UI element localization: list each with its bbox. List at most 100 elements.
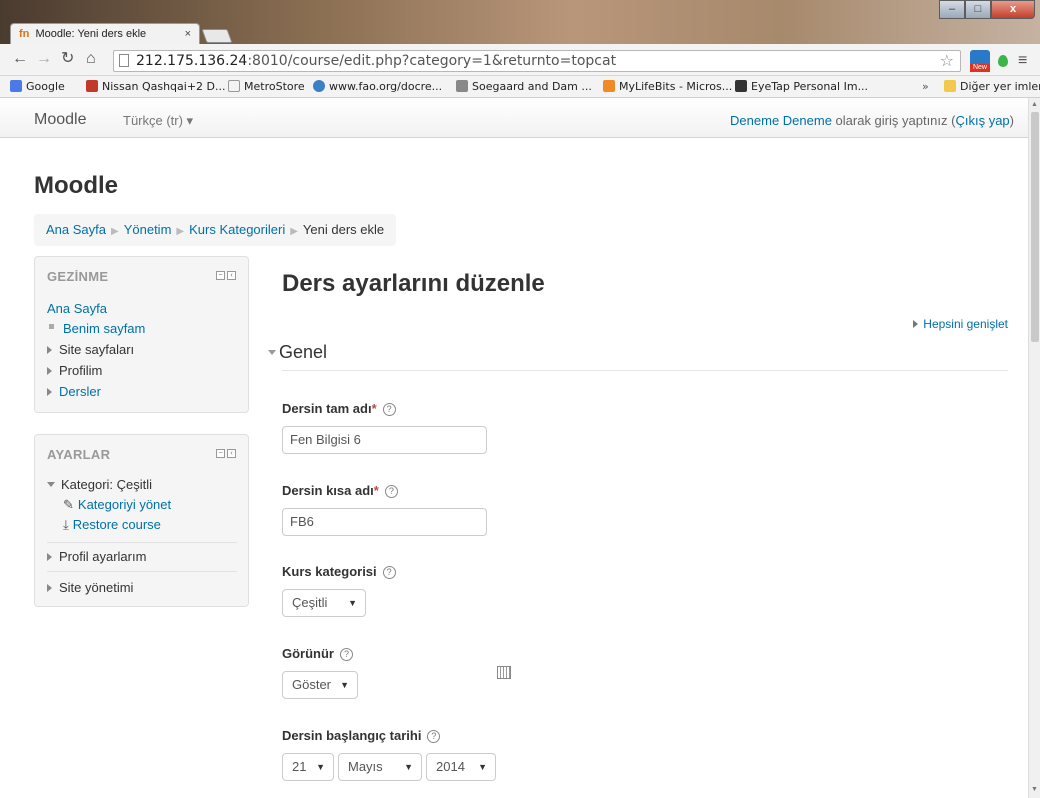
help-icon[interactable]: ? bbox=[340, 648, 353, 661]
moodle-navbar: Moodle Türkçe (tr) ▾ Deneme Deneme olara… bbox=[0, 98, 1028, 138]
help-icon[interactable]: ? bbox=[382, 403, 396, 416]
tab-title: Moodle: Yeni ders ekle bbox=[35, 28, 147, 40]
window-controls: – □ x bbox=[939, 0, 1035, 20]
bookmark-mylifebits[interactable]: MyLifeBits - Micros... bbox=[603, 80, 732, 93]
profile-settings-item[interactable]: Profil ayarlarım bbox=[47, 549, 146, 564]
nav-item-my-page[interactable]: Benim sayfam bbox=[47, 321, 145, 336]
page-icon bbox=[228, 80, 240, 92]
new-tab-button[interactable] bbox=[201, 29, 233, 43]
fullname-label: Dersin tam adı*? bbox=[282, 401, 396, 416]
collapse-icon bbox=[47, 482, 55, 487]
site-title: Moodle bbox=[34, 172, 118, 199]
scroll-down-icon[interactable]: ▼ bbox=[1031, 786, 1038, 793]
expand-all-link[interactable]: Hepsini genişlet bbox=[913, 317, 1008, 331]
expand-icon bbox=[47, 584, 52, 592]
start-day-select[interactable]: 21 ▼ bbox=[282, 753, 334, 781]
start-year-select[interactable]: 2014 ▼ bbox=[426, 753, 496, 781]
browser-tab[interactable]: fn Moodle: Yeni ders ekle × bbox=[10, 23, 200, 45]
forward-icon[interactable]: → bbox=[36, 51, 52, 67]
expand-icon bbox=[47, 553, 52, 561]
extension-badge: New bbox=[970, 64, 990, 72]
address-bar[interactable]: 212.175.136.24:8010/course/edit.php?cate… bbox=[113, 50, 961, 72]
evernote-extension-icon[interactable] bbox=[998, 55, 1008, 67]
shortname-label: Dersin kısa adı*? bbox=[282, 483, 398, 498]
chevron-down-icon: ▼ bbox=[316, 762, 325, 772]
nav-item-profile[interactable]: Profilim bbox=[47, 363, 102, 378]
dock-block-icon[interactable]: ‹ bbox=[227, 271, 236, 280]
nissan-icon bbox=[86, 80, 98, 92]
bookmark-eyetap[interactable]: EyeTap Personal Im... bbox=[735, 80, 868, 93]
bookmark-star-icon[interactable]: ☆ bbox=[940, 51, 954, 71]
other-bookmarks[interactable]: Diğer yer imleri bbox=[944, 80, 1040, 93]
url-host: 212.175.136.24 bbox=[136, 53, 248, 69]
language-menu[interactable]: Türkçe (tr) ▾ bbox=[123, 113, 193, 129]
help-icon[interactable]: ? bbox=[384, 485, 398, 498]
extension-icon[interactable]: New bbox=[970, 50, 990, 72]
bookmark-nissan[interactable]: Nissan Qashqai+2 D... bbox=[86, 80, 226, 93]
breadcrumb-categories[interactable]: Kurs Kategorileri bbox=[189, 222, 285, 237]
block-controls: − ‹ bbox=[216, 271, 236, 280]
bookmark-google[interactable]: Google bbox=[10, 80, 65, 93]
navbar-brand[interactable]: Moodle bbox=[34, 111, 86, 129]
back-icon[interactable]: ← bbox=[12, 51, 28, 67]
page-scrollbar[interactable]: ▲ ▼ bbox=[1028, 98, 1040, 798]
section-general-toggle[interactable]: Genel bbox=[268, 342, 327, 363]
calendar-icon[interactable] bbox=[497, 666, 511, 679]
home-icon[interactable]: ⌂ bbox=[86, 51, 96, 67]
collapse-icon bbox=[268, 350, 276, 355]
visible-select[interactable]: Göster ▼ bbox=[282, 671, 358, 699]
page-heading: Ders ayarlarını düzenle bbox=[282, 270, 545, 297]
startdate-label: Dersin başlangıç tarihi? bbox=[282, 728, 441, 743]
login-text: olarak giriş yaptınız ( bbox=[831, 113, 956, 128]
category-label: Kurs kategorisi? bbox=[282, 564, 396, 579]
page-content: Moodle Türkçe (tr) ▾ Deneme Deneme olara… bbox=[0, 98, 1040, 798]
bookmarks-more-icon[interactable]: » bbox=[922, 80, 929, 93]
nav-home-link[interactable]: Ana Sayfa bbox=[47, 301, 107, 316]
hide-block-icon[interactable]: − bbox=[216, 449, 225, 458]
pencil-icon: ✎ bbox=[63, 497, 74, 512]
breadcrumb-admin[interactable]: Yönetim bbox=[124, 222, 172, 237]
breadcrumb-home[interactable]: Ana Sayfa bbox=[46, 222, 106, 237]
divider bbox=[47, 542, 237, 543]
chevron-down-icon: ▼ bbox=[340, 680, 349, 690]
maximize-icon[interactable]: □ bbox=[965, 0, 991, 19]
bookmark-soegaard[interactable]: Soegaard and Dam ... bbox=[456, 80, 592, 93]
breadcrumb: Ana Sayfa ▶ Yönetim ▶ Kurs Kategorileri ▶ Yeni… bbox=[34, 214, 397, 246]
shortname-input[interactable]: FB6 bbox=[282, 508, 487, 536]
restore-course-link[interactable]: ⤓ Restore course bbox=[63, 517, 161, 533]
bookmark-metrostore[interactable]: MetroStore bbox=[228, 80, 305, 93]
site-admin-item[interactable]: Site yönetimi bbox=[47, 580, 133, 595]
visible-label: Görünür? bbox=[282, 646, 353, 661]
scroll-thumb[interactable] bbox=[1031, 112, 1039, 342]
bookmark-fao[interactable]: www.fao.org/docre... bbox=[313, 80, 442, 93]
divider bbox=[47, 571, 237, 572]
help-icon[interactable]: ? bbox=[382, 566, 396, 579]
breadcrumb-current: Yeni ders ekle bbox=[302, 222, 385, 237]
menu-icon[interactable]: ≡ bbox=[1018, 52, 1027, 70]
breadcrumb-separator-icon: ▶ bbox=[176, 226, 185, 237]
user-link[interactable]: Deneme Deneme bbox=[730, 113, 832, 128]
logout-link[interactable]: Çıkış yap bbox=[955, 113, 1009, 128]
navigation-block: GEZİNME − ‹ Ana Sayfa Benim sayfam Site s… bbox=[34, 256, 249, 413]
browser-window: fn Moodle: Yeni ders ekle × – □ x ← → ↻ … bbox=[0, 0, 1040, 798]
scroll-up-icon[interactable]: ▲ bbox=[1031, 101, 1038, 108]
eyetap-icon bbox=[735, 80, 747, 92]
fullname-input[interactable]: Fen Bilgisi 6 bbox=[282, 426, 487, 454]
breadcrumb-separator-icon: ▶ bbox=[111, 226, 119, 237]
restore-icon: ⤓ bbox=[63, 517, 69, 532]
start-month-select[interactable]: Mayıs ▼ bbox=[338, 753, 422, 781]
hide-block-icon[interactable]: − bbox=[216, 271, 225, 280]
tab-close-icon[interactable]: × bbox=[185, 24, 191, 44]
expand-icon bbox=[913, 320, 919, 328]
nav-item-courses[interactable]: Dersler bbox=[47, 384, 101, 399]
close-window-icon[interactable]: x bbox=[991, 0, 1035, 19]
category-select[interactable]: Çeşitli ▼ bbox=[282, 589, 366, 617]
minimize-icon[interactable]: – bbox=[939, 0, 965, 19]
dock-block-icon[interactable]: ‹ bbox=[227, 449, 236, 458]
help-icon[interactable]: ? bbox=[427, 730, 441, 743]
title-bar: fn Moodle: Yeni ders ekle × – □ x bbox=[0, 0, 1040, 45]
settings-category[interactable]: Kategori: Çeşitli bbox=[47, 477, 152, 492]
reload-icon[interactable]: ↻ bbox=[61, 51, 74, 67]
nav-item-site-pages[interactable]: Site sayfaları bbox=[47, 342, 134, 357]
manage-category-link[interactable]: ✎ Kategoriyi yönet bbox=[63, 497, 171, 513]
